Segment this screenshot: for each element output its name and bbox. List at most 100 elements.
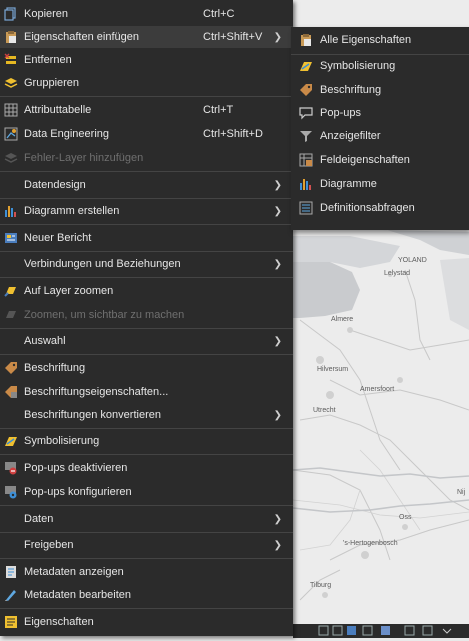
map-label: Almere xyxy=(331,316,354,323)
map-label: Tilburg xyxy=(310,582,332,589)
menu-separator xyxy=(0,96,293,97)
menu-item-label: Symbolisierung xyxy=(24,435,100,447)
menu-item-paste-properties[interactable]: Eigenschaften einfügen Ctrl+Shift+V ❯ xyxy=(0,26,293,48)
menu-item-configure-popups[interactable]: Pop-ups konfigurieren xyxy=(0,481,293,503)
symbology-icon xyxy=(4,434,18,448)
menu-item-label: Pop-ups konfigurieren xyxy=(24,486,132,498)
menu-item-share[interactable]: Freigeben ❯ xyxy=(0,534,293,556)
layer-context-menu: Kopieren Ctrl+C Eigenschaften einfügen C… xyxy=(0,0,293,636)
menu-item-label: Verbindungen und Beziehungen xyxy=(24,258,181,270)
paste-icon xyxy=(4,30,18,44)
menu-item-label: Metadaten anzeigen xyxy=(24,566,124,578)
menu-item-label: Pop-ups deaktivieren xyxy=(24,462,128,474)
label-icon xyxy=(4,361,18,375)
zoom-layer-icon xyxy=(4,284,18,298)
map-label: YOLAND xyxy=(398,257,427,264)
map-label: Oss xyxy=(399,514,412,521)
submenu-item-label: Alle Eigenschaften xyxy=(320,34,412,46)
menu-item-symbology[interactable]: Symbolisierung xyxy=(0,430,293,452)
map-label: Hilversum xyxy=(317,366,349,373)
menu-separator xyxy=(0,454,293,455)
menu-separator xyxy=(0,328,293,329)
definition-query-icon xyxy=(299,201,313,215)
chevron-right-icon: ❯ xyxy=(273,31,282,43)
map-label: Utrecht xyxy=(313,407,336,414)
label-properties-icon xyxy=(4,385,18,399)
popup-configure-icon xyxy=(4,485,18,499)
menu-item-zoom-to-layer[interactable]: Auf Layer zoomen xyxy=(0,280,293,302)
menu-item-remove[interactable]: Entfernen xyxy=(0,49,293,71)
menu-item-label: Entfernen xyxy=(24,54,72,66)
menu-item-data[interactable]: Daten ❯ xyxy=(0,508,293,530)
paste-properties-submenu: Alle Eigenschaften Symbolisierung Beschr… xyxy=(291,27,469,230)
menu-item-label: Neuer Bericht xyxy=(24,232,92,244)
popup-icon xyxy=(299,106,313,120)
map-label: 's-Hertogenbosch xyxy=(343,540,398,547)
submenu-item-field-properties[interactable]: Feldeigenschaften xyxy=(291,149,469,171)
chevron-right-icon: ❯ xyxy=(273,258,282,270)
menu-item-edit-metadata[interactable]: Metadaten bearbeiten xyxy=(0,584,293,606)
menu-item-joins-relates[interactable]: Verbindungen und Beziehungen ❯ xyxy=(0,253,293,275)
menu-item-shortcut: Ctrl+Shift+V xyxy=(203,31,263,43)
menu-item-convert-labels[interactable]: Beschriftungen konvertieren ❯ xyxy=(0,404,293,426)
menu-item-view-metadata[interactable]: Metadaten anzeigen xyxy=(0,561,293,583)
submenu-item-all-properties[interactable]: Alle Eigenschaften xyxy=(291,29,469,51)
submenu-item-labeling[interactable]: Beschriftung xyxy=(291,79,469,101)
menu-separator xyxy=(0,198,293,199)
menu-item-zoom-to-visible: Zoomen, um sichtbar zu machen xyxy=(0,304,293,326)
menu-item-label: Eigenschaften xyxy=(24,616,94,628)
field-properties-icon xyxy=(299,153,313,167)
menu-item-label: Beschriftungen konvertieren xyxy=(24,409,161,421)
submenu-item-display-filter[interactable]: Anzeigefilter xyxy=(291,125,469,147)
menu-item-labeling[interactable]: Beschriftung xyxy=(0,357,293,379)
copy-icon xyxy=(4,6,18,21)
status-bar-icons xyxy=(318,625,452,636)
submenu-item-symbology[interactable]: Symbolisierung xyxy=(291,55,469,77)
menu-item-label: Gruppieren xyxy=(24,77,80,89)
menu-item-new-report[interactable]: Neuer Bericht xyxy=(0,227,293,249)
popup-disable-icon xyxy=(4,461,18,475)
properties-icon xyxy=(4,615,18,629)
menu-item-disable-popups[interactable]: Pop-ups deaktivieren xyxy=(0,457,293,479)
submenu-item-definition-queries[interactable]: Definitionsabfragen xyxy=(291,197,469,219)
submenu-item-popups[interactable]: Pop-ups xyxy=(291,102,469,124)
menu-item-label: Auf Layer zoomen xyxy=(24,285,114,297)
submenu-item-label: Feldeigenschaften xyxy=(320,154,410,166)
submenu-item-label: Beschriftung xyxy=(320,84,382,96)
bar-chart-icon xyxy=(299,177,313,191)
menu-item-label: Beschriftungseigenschaften... xyxy=(24,386,169,398)
menu-item-attribute-table[interactable]: Attributtabelle Ctrl+T xyxy=(0,99,293,121)
menu-item-label: Datendesign xyxy=(24,179,86,191)
submenu-item-charts[interactable]: Diagramme xyxy=(291,173,469,195)
menu-item-label: Metadaten bearbeiten xyxy=(24,589,132,601)
submenu-item-label: Pop-ups xyxy=(320,107,361,119)
menu-item-group[interactable]: Gruppieren xyxy=(0,72,293,94)
menu-item-label: Zoomen, um sichtbar zu machen xyxy=(24,309,185,321)
submenu-item-label: Definitionsabfragen xyxy=(320,202,415,214)
metadata-icon xyxy=(4,565,18,579)
menu-item-shortcut: Ctrl+Shift+D xyxy=(203,128,263,140)
menu-item-copy[interactable]: Kopieren Ctrl+C xyxy=(0,3,293,24)
menu-item-selection[interactable]: Auswahl ❯ xyxy=(0,330,293,352)
menu-item-properties[interactable]: Eigenschaften xyxy=(0,611,293,633)
paste-icon xyxy=(299,33,313,47)
menu-separator xyxy=(0,251,293,252)
label-icon xyxy=(299,83,313,97)
menu-item-add-error-layer: Fehler-Layer hinzufügen xyxy=(0,147,293,169)
menu-item-label: Diagramm erstellen xyxy=(24,205,120,217)
menu-item-data-engineering[interactable]: Data Engineering Ctrl+Shift+D xyxy=(0,123,293,145)
menu-item-label: Kopieren xyxy=(24,7,69,20)
data-engineering-icon xyxy=(4,127,18,141)
chevron-right-icon: ❯ xyxy=(273,335,282,347)
menu-item-label: Attributtabelle xyxy=(24,104,92,116)
menu-separator xyxy=(0,277,293,278)
menu-separator xyxy=(0,428,293,429)
menu-item-label: Eigenschaften einfügen xyxy=(24,31,139,43)
menu-separator xyxy=(0,505,293,506)
menu-item-data-design[interactable]: Datendesign ❯ xyxy=(0,174,293,196)
menu-item-shortcut: Ctrl+T xyxy=(203,104,234,116)
menu-item-labeling-properties[interactable]: Beschriftungseigenschaften... xyxy=(0,381,293,403)
menu-item-create-chart[interactable]: Diagramm erstellen ❯ xyxy=(0,200,293,222)
map-label: Nij xyxy=(457,489,466,496)
report-icon xyxy=(4,231,18,245)
